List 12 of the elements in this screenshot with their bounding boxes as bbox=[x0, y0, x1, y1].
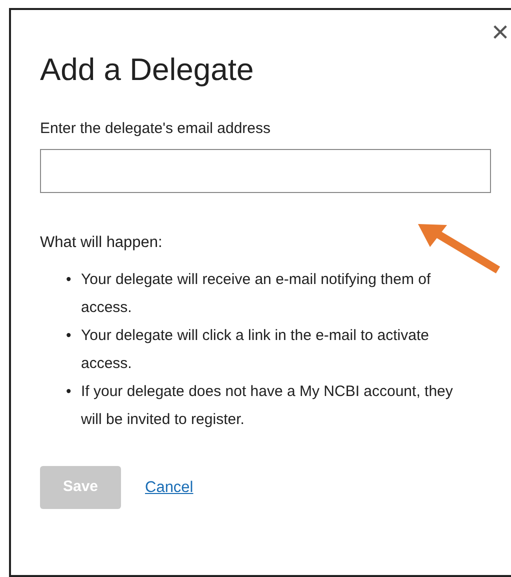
bullet: • bbox=[66, 270, 72, 290]
dialog-title: Add a Delegate bbox=[40, 51, 255, 88]
list-item-text: Your delegate will click a link in the e-mail to activate access. bbox=[81, 326, 430, 374]
bullet: • bbox=[66, 382, 72, 402]
intro-text: What will happen: bbox=[40, 232, 164, 253]
field-label: Enter the delegate's email address bbox=[40, 119, 272, 140]
list-item-text: Your delegate will receive an e-mail notifying them of access. bbox=[81, 270, 432, 318]
cancel-link[interactable]: Cancel bbox=[145, 476, 194, 500]
close-button[interactable]: × bbox=[491, 18, 509, 48]
list-item-text: If your delegate does not have a My NCBI account, they will be invited to register. bbox=[81, 382, 453, 430]
bullet: • bbox=[66, 326, 72, 346]
email-input-field[interactable] bbox=[40, 148, 491, 193]
